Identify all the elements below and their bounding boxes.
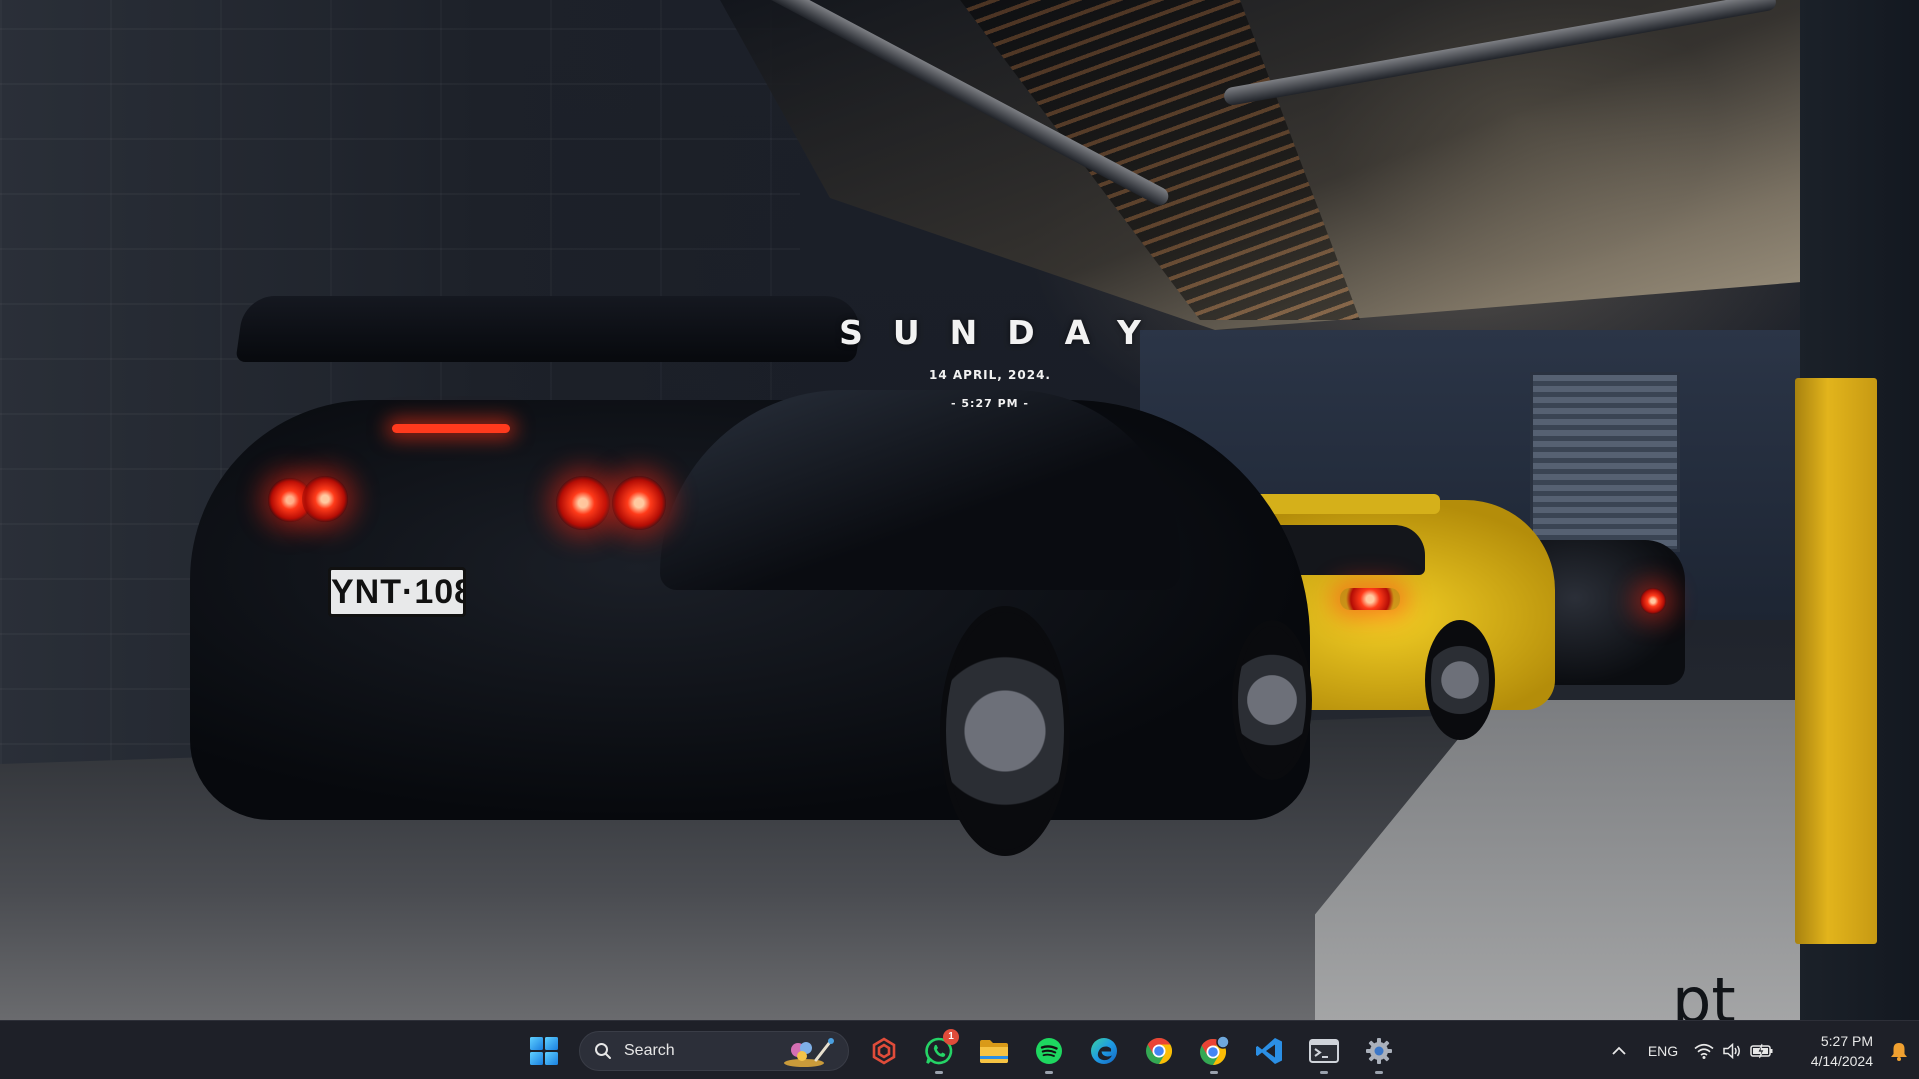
start-button[interactable]: [520, 1027, 568, 1075]
car-taillight: [556, 476, 610, 530]
folder-icon: [980, 1040, 1008, 1063]
yellow-post: [1795, 378, 1877, 944]
desktop-wallpaper: YNT·108: [0, 0, 1919, 1020]
windows-start-icon: [530, 1037, 558, 1065]
language-indicator[interactable]: ENG: [1637, 1021, 1689, 1079]
chrome-icon: [1146, 1037, 1173, 1065]
taskbar-app-chatgpt[interactable]: [860, 1027, 908, 1075]
car-taillight: [1340, 588, 1400, 610]
system-tray: ENG 5:27 PM 4/14/2024: [1601, 1021, 1919, 1079]
search-label: Search: [624, 1042, 675, 1059]
vscode-icon: [1256, 1038, 1282, 1064]
taskbar: Search 1 ENG 5:27 PM 4/14/2024: [0, 1020, 1919, 1079]
taskbar-app-edge[interactable]: [1080, 1027, 1128, 1075]
wall-shutter: [1530, 372, 1680, 552]
corner-watermark: pt: [1672, 970, 1736, 1022]
taskbar-app-terminal[interactable]: [1300, 1027, 1348, 1075]
widget-date: 14 APRIL, 2024.: [928, 368, 1051, 382]
notification-badge: 1: [943, 1029, 959, 1045]
car-taillight: [1640, 588, 1666, 614]
license-plate: YNT·108: [328, 567, 466, 617]
car-wheel: [940, 606, 1070, 856]
taskbar-clock[interactable]: 5:27 PM 4/14/2024: [1779, 1021, 1879, 1079]
battery-icon: [1750, 1043, 1773, 1058]
widget-day: SUNDAY: [839, 313, 1171, 352]
car-wheel: [1425, 620, 1495, 740]
chrome-profile-icon: [1200, 1035, 1230, 1066]
car-wheel: [1232, 620, 1312, 780]
taskbar-search[interactable]: Search: [579, 1031, 849, 1071]
taskbar-center: Search 1: [520, 1027, 1403, 1075]
volume-icon: [1723, 1042, 1740, 1059]
chevron-up-icon: [1612, 1046, 1626, 1055]
widget-time: - 5:27 PM -: [951, 397, 1029, 410]
edge-icon: [1091, 1038, 1117, 1064]
date-widget: SUNDAY 14 APRIL, 2024. - 5:27 PM -: [760, 300, 1220, 410]
chatgpt-icon: [872, 1037, 896, 1065]
car-taillight: [302, 476, 348, 522]
taskbar-app-file-explorer[interactable]: [970, 1027, 1018, 1075]
search-highlight-icon: [784, 1038, 834, 1067]
search-icon: [595, 1043, 611, 1059]
language-label: ENG: [1647, 1042, 1679, 1059]
third-brake-light: [392, 424, 510, 433]
taskbar-app-spotify[interactable]: [1025, 1027, 1073, 1075]
quick-settings-button[interactable]: [1689, 1021, 1779, 1079]
bell-icon: [1891, 1042, 1907, 1061]
show-hidden-icons-button[interactable]: [1601, 1021, 1637, 1079]
taskbar-app-chrome-profile[interactable]: [1190, 1027, 1238, 1075]
car-taillight: [612, 476, 666, 530]
taskbar-app-vscode[interactable]: [1245, 1027, 1293, 1075]
tray-date: 4/14/2024: [1810, 1052, 1873, 1069]
terminal-icon: [1309, 1039, 1339, 1063]
wifi-icon: [1694, 1043, 1714, 1059]
spotify-icon: [1036, 1038, 1062, 1064]
gear-icon: [1366, 1038, 1392, 1064]
taskbar-app-chrome[interactable]: [1135, 1027, 1183, 1075]
taskbar-app-whatsapp[interactable]: 1: [915, 1027, 963, 1075]
taskbar-app-settings[interactable]: [1355, 1027, 1403, 1075]
notification-center-button[interactable]: [1879, 1021, 1919, 1079]
tray-time: 5:27 PM: [1820, 1032, 1873, 1049]
